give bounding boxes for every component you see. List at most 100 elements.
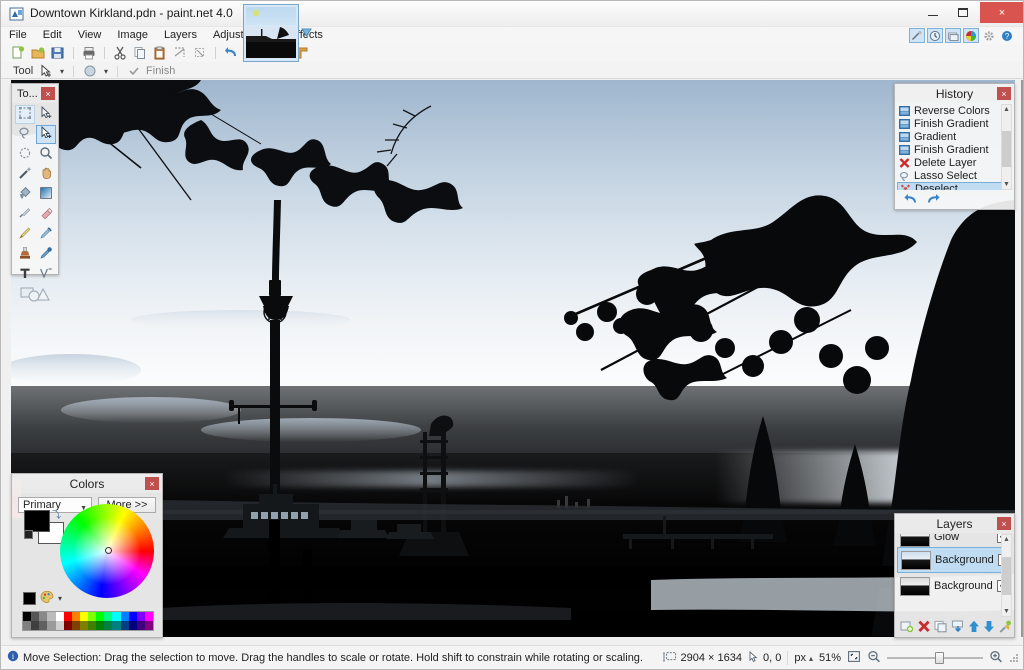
- lasso-select-tool[interactable]: [15, 125, 35, 144]
- palette-swatch[interactable]: [56, 612, 64, 621]
- scroll-thumb[interactable]: [1002, 131, 1011, 167]
- menu-file[interactable]: File: [1, 27, 35, 44]
- menu-layers[interactable]: Layers: [156, 27, 205, 44]
- history-item[interactable]: Finish Gradient: [897, 117, 1012, 130]
- color-picker-tool[interactable]: [36, 225, 56, 244]
- scroll-up-arrow[interactable]: ▲: [1002, 535, 1011, 544]
- close-button[interactable]: ×: [980, 2, 1024, 23]
- open-icon[interactable]: [29, 45, 47, 61]
- rectangle-select-tool[interactable]: [15, 105, 35, 124]
- history-item[interactable]: Delete Layer: [897, 156, 1012, 169]
- palette-swatch[interactable]: [96, 621, 104, 630]
- layers-panel-header[interactable]: Layers ×: [895, 514, 1014, 533]
- palette-swatch[interactable]: [39, 612, 47, 621]
- zoom-slider[interactable]: [887, 657, 983, 659]
- palette-swatch[interactable]: [39, 621, 47, 630]
- resize-grip-icon[interactable]: [1009, 653, 1019, 663]
- paste-icon[interactable]: [151, 45, 169, 61]
- history-item[interactable]: Reverse Colors: [897, 104, 1012, 117]
- palette-swatch[interactable]: [145, 621, 153, 630]
- reset-colors-button[interactable]: [24, 530, 33, 539]
- shapes-tool[interactable]: [15, 285, 56, 305]
- colors-panel-close-button[interactable]: ×: [145, 477, 159, 490]
- layer-row[interactable]: Background ✓: [897, 573, 1012, 599]
- layer-list[interactable]: Glow ✓ Background ✓ Background ✓: [897, 534, 1012, 617]
- cut-icon[interactable]: [111, 45, 129, 61]
- print-icon[interactable]: [80, 45, 98, 61]
- recolor-tool[interactable]: [36, 245, 56, 264]
- tools-panel-header[interactable]: To... ×: [12, 84, 58, 103]
- palette-swatch[interactable]: [31, 612, 39, 621]
- arrow-up-icon[interactable]: [968, 620, 980, 636]
- finish-label[interactable]: Finish: [146, 65, 175, 77]
- palette-swatch[interactable]: [72, 621, 80, 630]
- deselect-all-icon[interactable]: [191, 45, 209, 61]
- palette-strip[interactable]: [22, 611, 154, 631]
- zoom-out-icon[interactable]: [867, 650, 881, 666]
- redo-arrow-icon[interactable]: [925, 193, 941, 208]
- crop-to-selection-icon[interactable]: [171, 45, 189, 61]
- save-icon[interactable]: [49, 45, 67, 61]
- move-selection-icon[interactable]: [37, 63, 55, 79]
- minimize-button[interactable]: [918, 2, 948, 23]
- line-curve-tool[interactable]: [36, 265, 56, 284]
- palette-swatch[interactable]: [47, 621, 55, 630]
- palette-swatch[interactable]: [129, 621, 137, 630]
- palette-swatch[interactable]: [64, 621, 72, 630]
- pin-icon[interactable]: [301, 27, 312, 38]
- move-selected-tool[interactable]: [36, 105, 56, 124]
- layers-scrollbar[interactable]: ▲ ▼: [1001, 534, 1012, 617]
- palette-swatch[interactable]: [145, 612, 153, 621]
- move-selection-tool[interactable]: [36, 125, 56, 144]
- magic-wand-tool[interactable]: [15, 165, 35, 184]
- layer-row[interactable]: Glow ✓: [897, 534, 1012, 547]
- colors-toggle[interactable]: [963, 28, 979, 43]
- palette-swatch[interactable]: [88, 621, 96, 630]
- arrow-down-icon[interactable]: [983, 620, 995, 636]
- history-item-selected[interactable]: Deselect: [897, 182, 1012, 190]
- document-tab[interactable]: [243, 4, 299, 62]
- primary-color-swatch[interactable]: [24, 510, 50, 532]
- gear-icon[interactable]: [981, 28, 997, 43]
- undo-icon[interactable]: [222, 45, 240, 61]
- merge-down-icon[interactable]: [951, 620, 965, 636]
- palette-icon[interactable]: [40, 590, 54, 607]
- palette-swatch[interactable]: [47, 612, 55, 621]
- scroll-down-arrow[interactable]: ▼: [1002, 607, 1011, 616]
- pan-tool[interactable]: [36, 165, 56, 184]
- selection-mode-chevron[interactable]: ▾: [102, 67, 110, 76]
- palette-swatch[interactable]: [23, 621, 31, 630]
- palette-swatch[interactable]: [104, 612, 112, 621]
- copy-icon[interactable]: [131, 45, 149, 61]
- palette-swatch[interactable]: [121, 621, 129, 630]
- history-list[interactable]: Reverse Colors Finish Gradient Gradient …: [897, 104, 1012, 190]
- history-item[interactable]: Finish Gradient: [897, 143, 1012, 156]
- eraser-tool[interactable]: [36, 205, 56, 224]
- layer-row-selected[interactable]: Background ✓: [897, 547, 1012, 573]
- zoom-in-icon[interactable]: [989, 650, 1003, 666]
- palette-swatch[interactable]: [112, 612, 120, 621]
- palette-swatch[interactable]: [129, 612, 137, 621]
- history-panel-close-button[interactable]: ×: [997, 87, 1011, 100]
- selection-mode-icon[interactable]: [81, 63, 99, 79]
- history-item[interactable]: Gradient: [897, 130, 1012, 143]
- clone-stamp-tool[interactable]: [15, 245, 35, 264]
- pencil-tool[interactable]: [15, 225, 35, 244]
- history-panel-header[interactable]: History ×: [895, 84, 1014, 103]
- palette-swatch[interactable]: [137, 612, 145, 621]
- zoom-tool[interactable]: [36, 145, 56, 164]
- units-chevron-icon[interactable]: ▴: [809, 654, 813, 663]
- layers-toggle[interactable]: [945, 28, 961, 43]
- palette-swatch[interactable]: [56, 621, 64, 630]
- menu-edit[interactable]: Edit: [35, 27, 70, 44]
- scroll-down-arrow[interactable]: ▼: [1002, 180, 1011, 189]
- delete-layer-icon[interactable]: [917, 620, 931, 636]
- history-scrollbar[interactable]: ▲ ▼: [1001, 104, 1012, 190]
- history-toggle[interactable]: [927, 28, 943, 43]
- palette-swatch[interactable]: [31, 621, 39, 630]
- palette-swatch[interactable]: [112, 621, 120, 630]
- help-icon[interactable]: ?: [999, 28, 1015, 43]
- zoom-slider-knob[interactable]: [935, 652, 944, 664]
- layers-panel-close-button[interactable]: ×: [997, 517, 1011, 530]
- recent-color-swatch[interactable]: [23, 592, 36, 605]
